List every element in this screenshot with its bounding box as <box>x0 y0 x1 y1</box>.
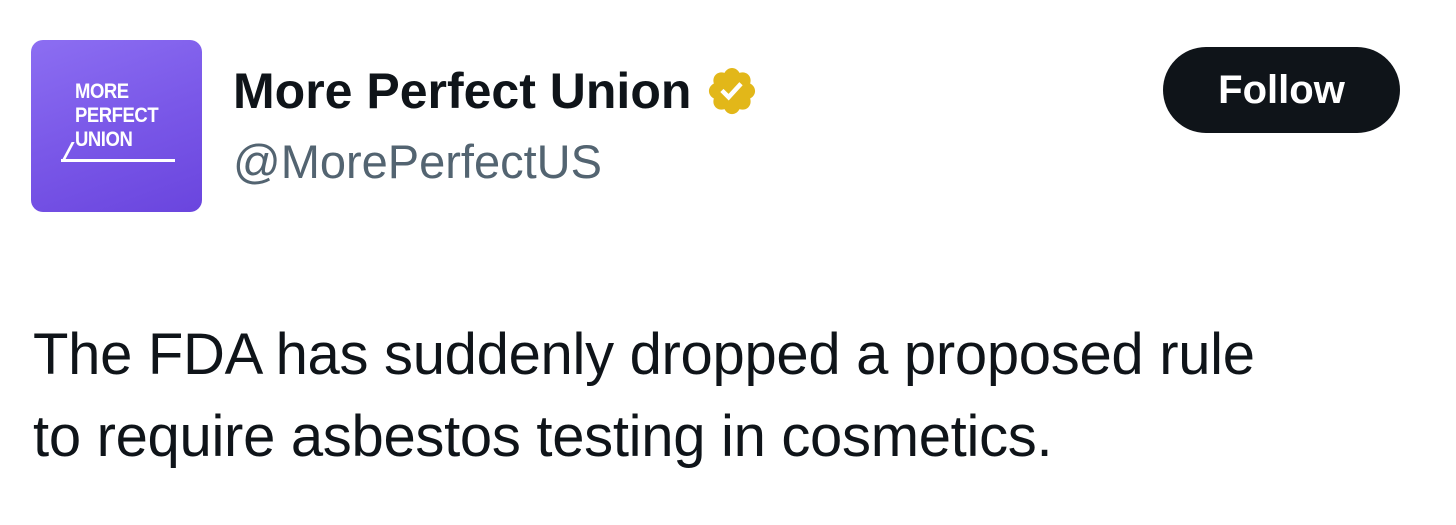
avatar-logo-line-3: UNION <box>75 128 133 151</box>
author-handle[interactable]: @MorePerfectUS <box>233 132 602 192</box>
tweet-text-line-2: to require asbestos testing in cosmetics… <box>33 404 1053 469</box>
tweet-text: The FDA has suddenly dropped a proposed … <box>33 314 1443 478</box>
avatar-logo-line-1: MORE <box>75 80 129 103</box>
avatar-logo-line-2: PERFECT <box>75 104 159 127</box>
display-name[interactable]: More Perfect Union <box>233 58 691 124</box>
follow-button[interactable]: Follow <box>1163 47 1400 133</box>
avatar-logo-underline <box>61 159 175 162</box>
author-name-row: More Perfect Union <box>233 58 759 124</box>
tweet-card: MORE PERFECT UNION More Perfect Union @M… <box>0 0 1456 525</box>
avatar-logo: MORE PERFECT UNION <box>75 80 159 152</box>
avatar[interactable]: MORE PERFECT UNION <box>31 40 202 212</box>
tweet-text-line-1: The FDA has suddenly dropped a proposed … <box>33 322 1255 387</box>
verified-check-icon[interactable] <box>705 64 759 118</box>
